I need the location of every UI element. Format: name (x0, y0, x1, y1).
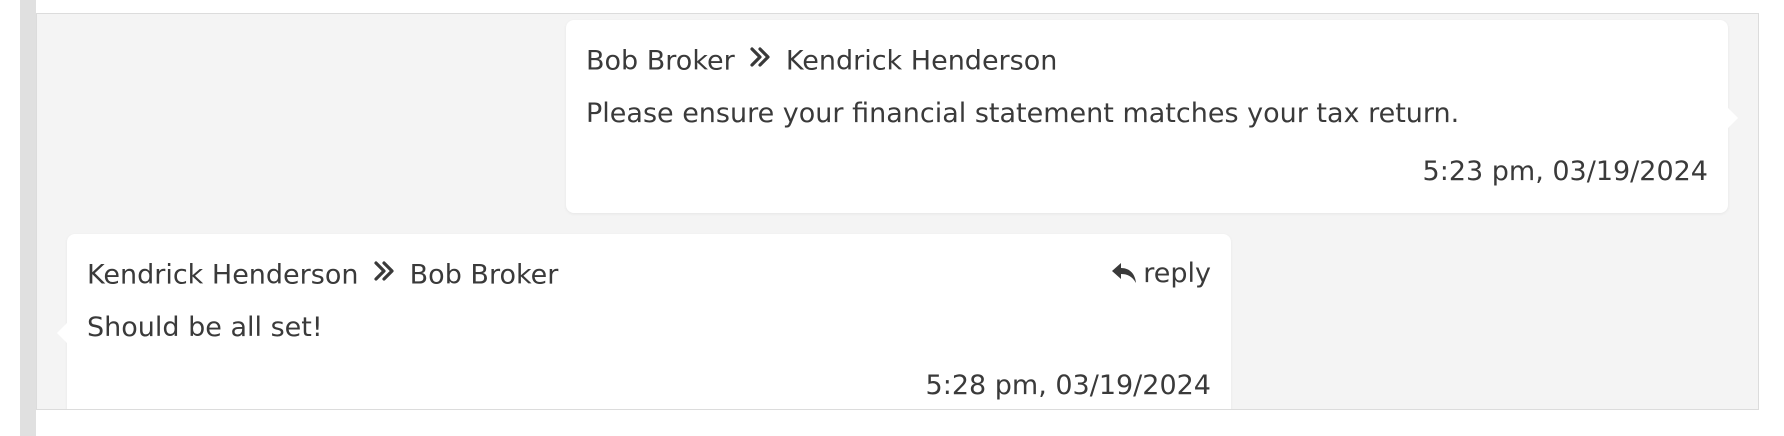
sender-name: Bob Broker (586, 45, 735, 77)
message-timestamp: 5:23 pm, 03/19/2024 (1422, 156, 1708, 187)
message-header: Bob Broker Kendrick Henderson (586, 44, 1708, 77)
message-header: Kendrick Henderson Bob Broker (87, 258, 1211, 291)
message-thread: Bob Broker Kendrick Henderson Please ens… (36, 13, 1759, 410)
message-bubble: Bob Broker Kendrick Henderson Please ens… (566, 20, 1738, 213)
reply-label: reply (1143, 258, 1211, 289)
left-rail (20, 0, 36, 436)
double-chevron-right-icon (373, 258, 395, 290)
double-chevron-right-icon (749, 44, 771, 76)
sender-name: Kendrick Henderson (87, 259, 359, 291)
reply-arrow-icon (1112, 262, 1137, 283)
message-timestamp: 5:28 pm, 03/19/2024 (925, 370, 1211, 401)
reply-button[interactable]: reply (1111, 258, 1211, 290)
message-text: Should be all set! (87, 312, 323, 343)
recipient-name: Bob Broker (409, 259, 559, 291)
message-bubble: Kendrick Henderson Bob Broker reply Shou… (57, 234, 1231, 409)
message-text: Please ensure your financial statement m… (586, 98, 1460, 129)
recipient-name: Kendrick Henderson (785, 45, 1058, 77)
